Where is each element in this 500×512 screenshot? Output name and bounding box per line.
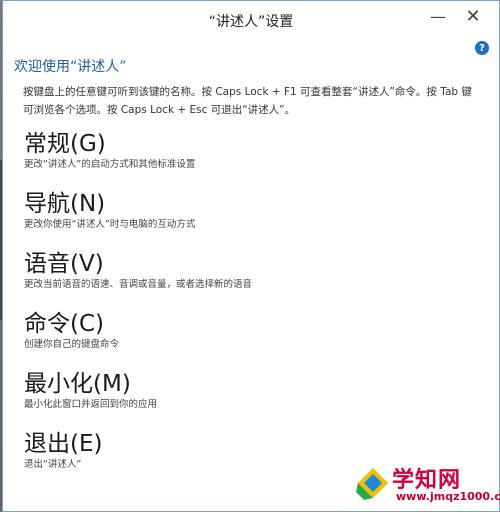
close-icon: ✕ — [465, 5, 481, 27]
minimize-icon: — — [430, 6, 446, 26]
menu-item-title[interactable]: 常规(G) — [23, 129, 463, 159]
intro-text: 按键盘上的任意键可听到该键的名称。按 Caps Lock + F1 可查看整套“… — [23, 86, 472, 116]
watermark-url: www.jmqz1000.com — [396, 490, 500, 503]
minimize-button[interactable]: — — [421, 3, 455, 29]
close-button[interactable]: ✕ — [456, 3, 490, 29]
menu-item-description: 更改当前语音的语速、音调或音量，或者选择新的语音 — [24, 279, 253, 290]
menu-item-title[interactable]: 导航(N) — [23, 189, 463, 219]
menu-item-voice[interactable]: 语音(V) 更改当前语音的语速、音调或音量，或者选择新的语音 — [23, 249, 463, 309]
menu-item-description: 更改你使用“讲述人”时与电脑的互动方式 — [24, 219, 196, 230]
screen: “讲述人”设置 — ✕ ? 欢迎使用“讲述人” 按键盘上的任意键可听到该键的名称… — [0, 0, 500, 512]
menu-item-title[interactable]: 命令(C) — [23, 309, 463, 339]
menu-item-title[interactable]: 最小化(M) — [23, 369, 463, 399]
menu-item-description: 更改“讲述人”的启动方式和其他标准设置 — [24, 159, 196, 170]
menu-item-title[interactable]: 退出(E) — [23, 429, 463, 459]
menu-item-description: 创建你自己的键盘命令 — [24, 339, 120, 350]
menu-item-navigation[interactable]: 导航(N) 更改你使用“讲述人”时与电脑的互动方式 — [23, 189, 463, 249]
title-bar[interactable]: “讲述人”设置 — ✕ — [3, 1, 499, 37]
menu-item-commands[interactable]: 命令(C) 创建你自己的键盘命令 — [23, 309, 463, 369]
settings-menu: 常规(G) 更改“讲述人”的启动方式和其他标准设置 导航(N) 更改你使用“讲述… — [23, 129, 463, 489]
watermark: 学知网 www.jmqz1000.com — [356, 456, 500, 510]
narrator-settings-window: “讲述人”设置 — ✕ ? 欢迎使用“讲述人” 按键盘上的任意键可听到该键的名称… — [2, 0, 500, 512]
menu-item-description: 最小化此窗口并返回到你的应用 — [24, 399, 158, 410]
welcome-heading: 欢迎使用“讲述人” — [14, 59, 127, 75]
menu-item-title[interactable]: 语音(V) — [23, 249, 463, 279]
menu-item-general[interactable]: 常规(G) 更改“讲述人”的启动方式和其他标准设置 — [23, 129, 463, 189]
help-icon[interactable]: ? — [475, 41, 489, 55]
watermark-logo-icon — [356, 466, 390, 500]
menu-item-minimize[interactable]: 最小化(M) 最小化此窗口并返回到你的应用 — [23, 369, 463, 429]
